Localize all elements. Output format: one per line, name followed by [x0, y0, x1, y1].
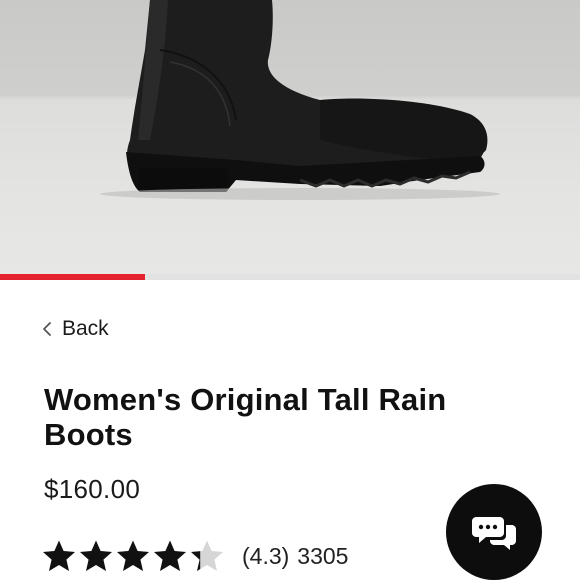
boot-photo	[100, 0, 500, 200]
product-price: $160.00	[44, 474, 141, 504]
rating-value: (4.3)	[242, 542, 290, 569]
chat-button[interactable]	[446, 484, 542, 580]
star-icon	[80, 540, 112, 571]
rating-stars	[42, 539, 224, 573]
carousel-progress-track	[0, 274, 580, 280]
back-button[interactable]: Back	[42, 314, 109, 344]
chat-bubbles-icon	[472, 517, 516, 550]
product-image[interactable]	[0, 0, 580, 274]
star-icon	[191, 540, 223, 571]
star-icon	[117, 540, 149, 571]
chevron-left-icon	[43, 322, 51, 336]
star-icon	[154, 540, 186, 571]
star-icon	[43, 540, 75, 571]
carousel-progress-fill	[0, 274, 145, 280]
product-rating[interactable]: (4.3) 3305	[42, 536, 348, 576]
review-count: 3305	[297, 542, 349, 569]
back-label: Back	[62, 317, 109, 340]
product-title: Women's Original Tall Rain Boots	[44, 382, 447, 452]
rating-summary: (4.3) 3305	[242, 543, 348, 570]
